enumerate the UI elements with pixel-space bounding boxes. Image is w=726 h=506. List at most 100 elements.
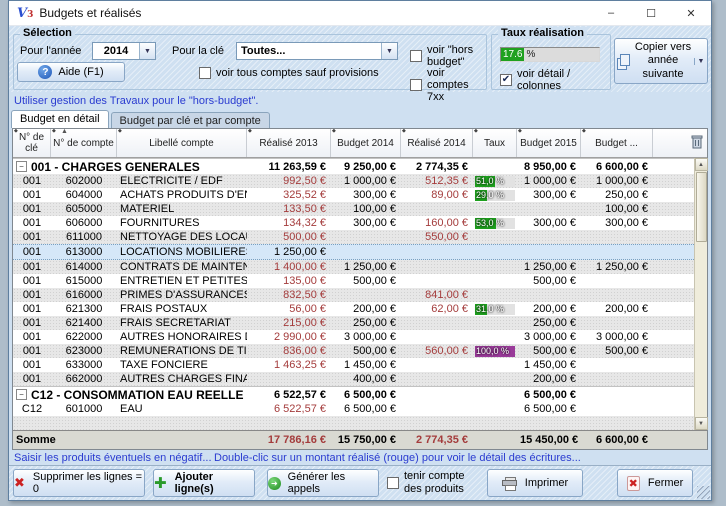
chevron-down-icon[interactable]: ▼: [139, 43, 155, 59]
table-row[interactable]: 001615000ENTRETIEN ET PETITES REPA135,00…: [13, 274, 694, 288]
cell-budget-2015[interactable]: 200,00 €: [517, 303, 581, 315]
cell-realise-2013[interactable]: 56,00 €: [247, 303, 331, 315]
cell-budget-2014[interactable]: 1 250,00 €: [331, 261, 401, 273]
chevron-down-icon[interactable]: ▼: [381, 43, 397, 59]
help-button[interactable]: ? Aide (F1): [17, 62, 125, 82]
cell-budget-next[interactable]: 500,00 €: [581, 345, 653, 357]
key-select[interactable]: Toutes... ▼: [236, 42, 398, 60]
checkbox-icon[interactable]: [410, 50, 422, 62]
cell-budget-2015[interactable]: 200,00 €: [517, 373, 581, 385]
cell-budget-next[interactable]: 200,00 €: [581, 303, 653, 315]
cell-realise-2014[interactable]: 62,00 €: [401, 303, 473, 315]
cell-budget-next[interactable]: 3 000,00 €: [581, 331, 653, 343]
cell-realise-2013[interactable]: 135,00 €: [247, 275, 331, 287]
scroll-up-icon[interactable]: ▲: [695, 158, 708, 171]
cell-budget-2014[interactable]: 300,00 €: [331, 217, 401, 229]
close-button[interactable]: ✖ Fermer: [617, 469, 693, 497]
cell-realise-2013[interactable]: 215,00 €: [247, 317, 331, 329]
cell-realise-2013[interactable]: 1 400,00 €: [247, 261, 331, 273]
cell-budget-2015[interactable]: 3 000,00 €: [517, 331, 581, 343]
add-lines-button[interactable]: ✚ Ajouter ligne(s): [153, 469, 255, 497]
hors-budget-checkbox[interactable]: voir "hors budget": [410, 44, 486, 68]
cell-budget-2015[interactable]: 6 500,00 €: [517, 403, 581, 415]
cell-budget-next[interactable]: 1 000,00 €: [581, 175, 653, 187]
checkbox-icon[interactable]: [410, 79, 422, 91]
cell-budget-2014[interactable]: 6 500,00 €: [331, 403, 401, 415]
generate-calls-button[interactable]: ➜ Générer les appels: [267, 469, 379, 497]
cell-realise-2013[interactable]: 836,00 €: [247, 345, 331, 357]
group-row[interactable]: −001 - CHARGES GENERALES11 263,59 €9 250…: [13, 158, 694, 174]
header-cle[interactable]: ◆N° de clé: [13, 129, 51, 157]
scrollbar-thumb[interactable]: [696, 172, 707, 242]
cell-realise-2013[interactable]: 500,00 €: [247, 231, 331, 243]
table-row[interactable]: 001623000REMUNERATIONS DE TIERS IN836,00…: [13, 344, 694, 358]
print-button[interactable]: Imprimer: [487, 469, 583, 497]
cell-budget-2014[interactable]: 100,00 €: [331, 203, 401, 215]
tab-budget-par-cle[interactable]: Budget par clé et par compte: [111, 112, 270, 128]
header-budget-2015[interactable]: ◆Budget 2015: [517, 129, 581, 157]
table-row[interactable]: 001614000CONTRATS DE MAINTENANCE1 400,00…: [13, 260, 694, 274]
cell-realise-2013[interactable]: 992,50 €: [247, 175, 331, 187]
table-row[interactable]: 001633000TAXE FONCIERE1 463,25 €1 450,00…: [13, 358, 694, 372]
cell-budget-2014[interactable]: 200,00 €: [331, 303, 401, 315]
minimize-icon[interactable]: –: [591, 1, 631, 25]
delete-lines-button[interactable]: ✖ Supprimer les lignes = 0: [13, 469, 145, 497]
table-row[interactable]: 001611000NETTOYAGE DES LOCAUX500,00 €550…: [13, 230, 694, 244]
cell-realise-2013[interactable]: 325,52 €: [247, 189, 331, 201]
checkbox-icon[interactable]: [199, 67, 211, 79]
collapse-icon[interactable]: −: [16, 161, 27, 172]
cell-budget-2015[interactable]: 1 450,00 €: [517, 359, 581, 371]
tab-budget-detail[interactable]: Budget en détail: [11, 110, 109, 128]
cell-realise-2014[interactable]: 550,00 €: [401, 231, 473, 243]
cell-budget-2015[interactable]: 300,00 €: [517, 217, 581, 229]
header-libelle[interactable]: ◆Libellé compte: [117, 129, 247, 157]
close-icon[interactable]: ✕: [671, 1, 711, 25]
group-row[interactable]: −C12 - CONSOMMATION EAU REELLE6 522,57 €…: [13, 386, 694, 402]
detail-colonnes-checkbox[interactable]: ✔ voir détail / colonnes: [500, 68, 610, 92]
cell-budget-next[interactable]: 100,00 €: [581, 203, 653, 215]
chevron-down-icon[interactable]: ▼: [694, 58, 707, 65]
cell-budget-next[interactable]: 1 250,00 €: [581, 261, 653, 273]
cell-budget-2015[interactable]: 1 000,00 €: [517, 175, 581, 187]
cell-budget-2015[interactable]: 250,00 €: [517, 317, 581, 329]
header-realise-2014[interactable]: ◆Réalisé 2014: [401, 129, 473, 157]
cell-budget-2015[interactable]: 300,00 €: [517, 189, 581, 201]
trash-icon[interactable]: [691, 134, 703, 149]
cell-budget-2015[interactable]: 500,00 €: [517, 345, 581, 357]
table-row[interactable]: 001616000PRIMES D'ASSURANCES832,50 €841,…: [13, 288, 694, 302]
header-budget-2014[interactable]: ◆Budget 2014: [331, 129, 401, 157]
cell-realise-2014[interactable]: 89,00 €: [401, 189, 473, 201]
cell-budget-2014[interactable]: 400,00 €: [331, 373, 401, 385]
cell-budget-next[interactable]: 250,00 €: [581, 189, 653, 201]
scroll-down-icon[interactable]: ▼: [695, 417, 708, 430]
cell-realise-2013[interactable]: 134,32 €: [247, 217, 331, 229]
header-budget-next[interactable]: ◆Budget ...: [581, 129, 653, 157]
cell-budget-2014[interactable]: 1 000,00 €: [331, 175, 401, 187]
cell-budget-2015[interactable]: 1 250,00 €: [517, 261, 581, 273]
produits-checkbox[interactable]: tenir compte des produits: [387, 470, 475, 495]
comptes7xx-checkbox[interactable]: voir comptes 7xx: [410, 67, 486, 103]
cell-budget-2014[interactable]: 300,00 €: [331, 189, 401, 201]
table-row[interactable]: 001613000LOCATIONS MOBILIERES1 250,00 €: [13, 244, 694, 260]
cell-budget-2014[interactable]: 250,00 €: [331, 317, 401, 329]
collapse-icon[interactable]: −: [16, 389, 27, 400]
table-row[interactable]: C12601000EAU6 522,57 €6 500,00 €6 500,00…: [13, 402, 694, 416]
maximize-icon[interactable]: ☐: [631, 1, 671, 25]
vertical-scrollbar[interactable]: ▲ ▼: [694, 158, 707, 430]
cell-budget-2014[interactable]: 1 450,00 €: [331, 359, 401, 371]
header-compte[interactable]: ◆▲N° de compte: [51, 129, 117, 157]
table-row[interactable]: 001606000FOURNITURES134,32 €300,00 €160,…: [13, 216, 694, 230]
cell-realise-2013[interactable]: 832,50 €: [247, 289, 331, 301]
provisions-checkbox[interactable]: voir tous comptes sauf provisions: [199, 67, 379, 79]
copy-next-year-button[interactable]: Copier vers année suivante ▼: [614, 38, 708, 84]
cell-realise-2014[interactable]: 512,35 €: [401, 175, 473, 187]
table-row[interactable]: 001662000AUTRES CHARGES FINANCIER400,00 …: [13, 372, 694, 386]
table-row[interactable]: 001605000MATERIEL133,50 €100,00 €100,00 …: [13, 202, 694, 216]
checkbox-icon[interactable]: ✔: [500, 74, 512, 86]
checkbox-icon[interactable]: [387, 477, 399, 489]
travaux-link[interactable]: Utiliser gestion des Travaux pour le "ho…: [14, 95, 258, 107]
cell-budget-2014[interactable]: 500,00 €: [331, 345, 401, 357]
cell-budget-2015[interactable]: 500,00 €: [517, 275, 581, 287]
year-select[interactable]: 2014 ▼: [92, 42, 156, 60]
table-row[interactable]: 001621400FRAIS SECRETARIAT215,00 €250,00…: [13, 316, 694, 330]
